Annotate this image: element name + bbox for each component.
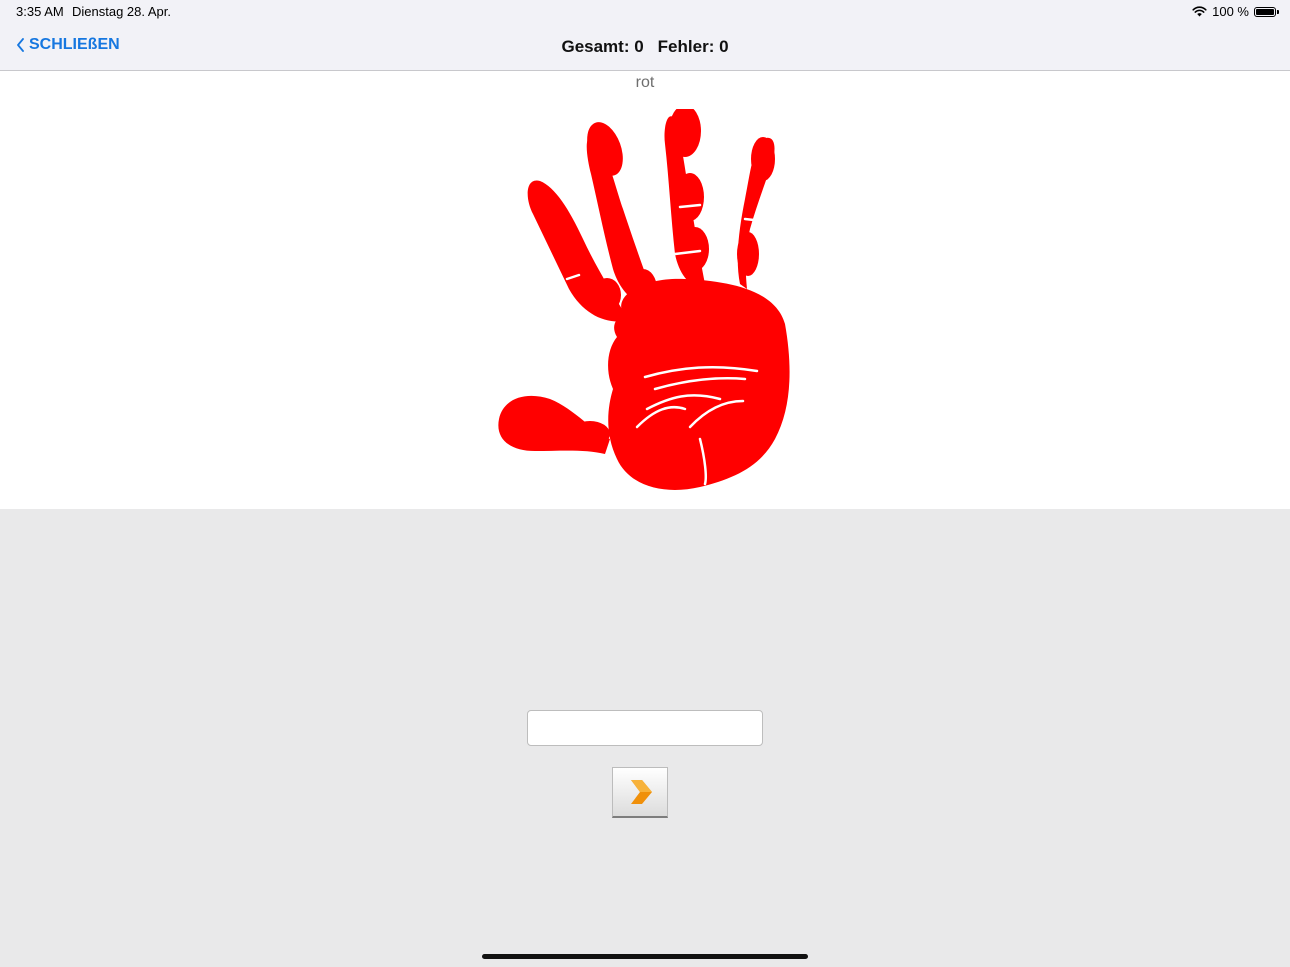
status-time: 3:35 AM (16, 4, 64, 19)
status-bar: 3:35 AM Dienstag 28. Apr. 100 % (0, 0, 1290, 24)
score-title: Gesamt: 0 Fehler: 0 (0, 37, 1290, 57)
battery-icon (1254, 6, 1279, 17)
error-count: Fehler: 0 (657, 37, 729, 56)
total-count: Gesamt: 0 (561, 37, 644, 56)
flashcard: rot (0, 71, 1290, 509)
status-indicators: 100 % (1192, 4, 1279, 19)
card-word: rot (635, 74, 655, 91)
home-indicator (482, 954, 808, 959)
next-button[interactable] (612, 767, 668, 818)
battery-percent: 100 % (1212, 4, 1249, 19)
wifi-icon (1192, 6, 1207, 17)
answer-input[interactable] (527, 710, 763, 746)
nav-bar: SCHLIEßEN Gesamt: 0 Fehler: 0 (0, 24, 1290, 71)
handprint-image (498, 109, 790, 490)
status-date: Dienstag 28. Apr. (72, 4, 172, 19)
chevron-right-icon (631, 780, 652, 804)
